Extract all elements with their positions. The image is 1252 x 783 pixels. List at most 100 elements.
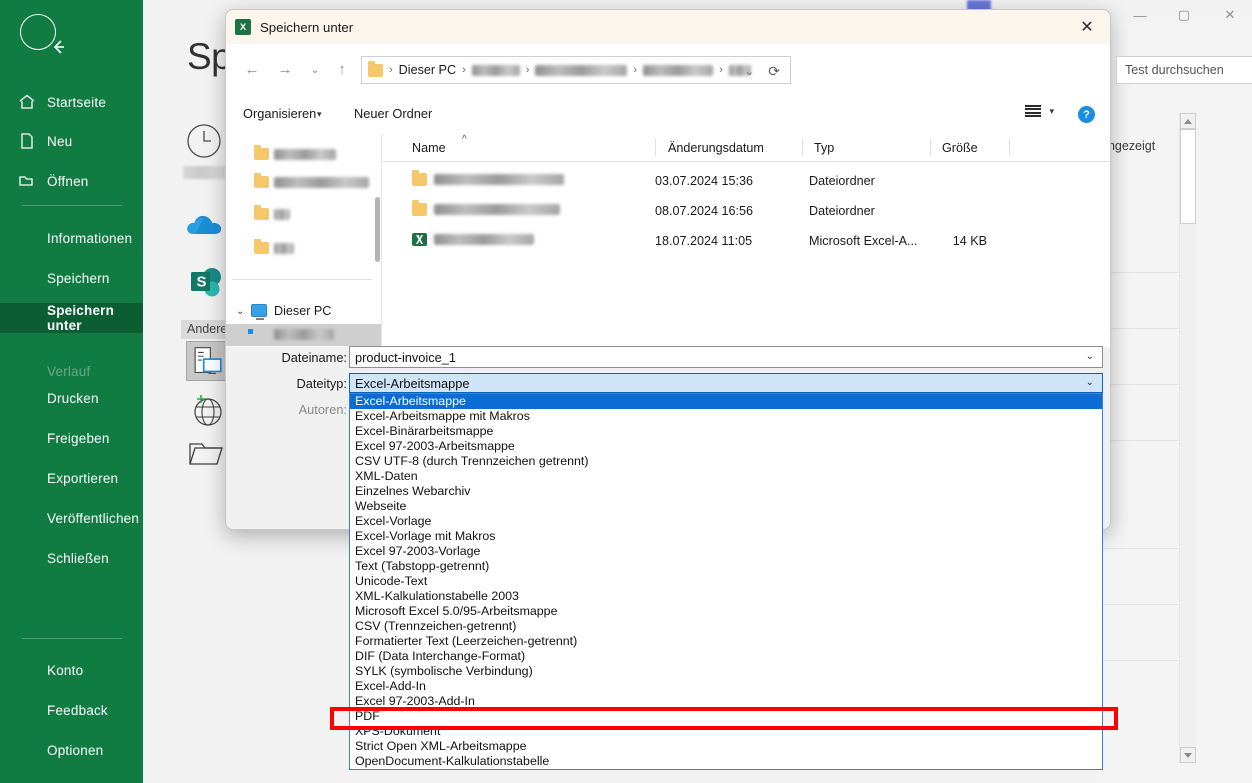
backstage-scrollbar[interactable] (1179, 113, 1196, 763)
filetype-option[interactable]: CSV UTF-8 (durch Trennzeichen getrennt) (350, 454, 1102, 469)
organize-button[interactable]: Organisieren (243, 106, 316, 121)
sidebar-item-drucken[interactable]: Drucken (0, 383, 143, 413)
filetype-option[interactable]: SYLK (symbolische Verbindung) (350, 664, 1102, 679)
add-place-globe-icon[interactable] (186, 388, 228, 430)
chevron-down-icon[interactable]: ⌄ (1086, 351, 1094, 362)
navpane-scrollbar[interactable] (375, 142, 380, 341)
view-options-button[interactable]: ▾ (1025, 105, 1054, 117)
sidebar-item-speichern[interactable]: Speichern (0, 263, 143, 293)
help-icon[interactable]: ? (1078, 106, 1095, 123)
filetype-option[interactable]: Einzelnes Webarchiv (350, 484, 1102, 499)
sidebar-item-speichern-unter[interactable]: Speichern unter (0, 303, 143, 333)
sharepoint-icon[interactable]: S (185, 262, 227, 304)
scroll-up-arrow-icon[interactable] (1180, 113, 1196, 129)
forward-icon[interactable]: → (272, 56, 298, 82)
scrollbar-thumb[interactable] (1180, 129, 1196, 224)
navigation-pane[interactable]: ⌄ Dieser PC (226, 134, 381, 347)
filetype-dropdown-list[interactable]: Excel-Arbeitsmappe Excel-Arbeitsmappe mit… (349, 393, 1103, 770)
filetype-option[interactable]: Webseite (350, 499, 1102, 514)
filetype-option[interactable]: Excel-Vorlage (350, 514, 1102, 529)
sidebar-item-startseite[interactable]: Startseite (0, 87, 143, 117)
window-maximize-button[interactable]: ▢ (1168, 4, 1200, 26)
chevron-down-icon[interactable]: ▾ (1049, 106, 1054, 117)
column-header-type[interactable]: Typ (814, 141, 834, 155)
filetype-option[interactable]: Excel 97-2003-Vorlage (350, 544, 1102, 559)
filetype-option[interactable]: XPS-Dokument (350, 724, 1102, 739)
filetype-combobox[interactable]: Excel-Arbeitsmappe ⌄ (349, 373, 1103, 393)
sidebar-item-informationen[interactable]: Informationen (0, 223, 143, 253)
filetype-option[interactable]: Strict Open XML-Arbeitsmappe (350, 739, 1102, 754)
tree-item-dieser-pc[interactable]: ⌄ Dieser PC (226, 298, 381, 324)
dialog-titlebar[interactable]: X Speichern unter ✕ (226, 10, 1110, 44)
sidebar-item-oeffnen[interactable]: Öffnen (0, 166, 143, 196)
chevron-down-icon[interactable]: ▾ (317, 109, 322, 120)
close-icon[interactable]: ✕ (1064, 10, 1110, 44)
tree-item-folder[interactable] (226, 168, 381, 196)
tree-item-folder[interactable] (226, 140, 381, 168)
sidebar-item-exportieren[interactable]: Exportieren (0, 463, 143, 493)
clock-icon[interactable] (183, 120, 225, 162)
sidebar-item-konto[interactable]: Konto (0, 655, 143, 685)
filetype-option[interactable]: Text (Tabstopp-getrennt) (350, 559, 1102, 574)
tree-item-selected[interactable] (226, 324, 381, 346)
filetype-option[interactable]: Excel-Arbeitsmappe mit Makros (350, 409, 1102, 424)
chevron-down-icon[interactable]: ⌄ (1086, 377, 1094, 388)
filetype-option[interactable]: Excel-Arbeitsmappe (350, 394, 1102, 409)
window-close-button[interactable]: ✕ (1214, 4, 1246, 26)
filetype-option[interactable]: DIF (Data Interchange-Format) (350, 649, 1102, 664)
onedrive-icon[interactable] (185, 203, 227, 245)
tree-item-folder[interactable] (226, 234, 381, 262)
chevron-down-icon[interactable]: ⌄ (745, 65, 754, 78)
column-header-date[interactable]: Änderungsdatum (668, 141, 764, 155)
sidebar-item-optionen[interactable]: Optionen (0, 735, 143, 765)
list-view-icon[interactable] (1025, 105, 1042, 117)
this-pc-place-button[interactable] (186, 341, 229, 381)
back-icon[interactable]: ← (239, 56, 265, 82)
filetype-option[interactable]: Microsoft Excel 5.0/95-Arbeitsmappe (350, 604, 1102, 619)
search-input[interactable]: Test durchsuchen (1116, 56, 1252, 84)
filetype-option[interactable]: Excel 97-2003-Add-In (350, 694, 1102, 709)
filetype-option[interactable]: CSV (Trennzeichen-getrennt) (350, 619, 1102, 634)
filetype-option[interactable]: Formatierter Text (Leerzeichen-getrennt) (350, 634, 1102, 649)
sidebar-item-veroeffentlichen[interactable]: Veröffentlichen (0, 503, 143, 533)
sidebar-divider-top (22, 205, 122, 206)
window-minimize-button[interactable]: — (1124, 4, 1156, 26)
file-list[interactable]: Name ^ Änderungsdatum Typ Größe 03.07.20… (382, 134, 1110, 347)
filetype-option[interactable]: XML-Kalkulationstabelle 2003 (350, 589, 1102, 604)
sidebar-item-schliessen[interactable]: Schließen (0, 543, 143, 573)
tree-item-folder[interactable] (226, 200, 381, 228)
table-row[interactable]: 18.07.2024 11:05 Microsoft Excel-A... 14… (382, 226, 1110, 254)
back-button[interactable] (20, 14, 64, 54)
filetype-option[interactable]: Unicode-Text (350, 574, 1102, 589)
sidebar-item-feedback[interactable]: Feedback (0, 695, 143, 725)
filetype-option[interactable]: Excel-Add-In (350, 679, 1102, 694)
scrollbar-thumb[interactable] (375, 197, 380, 262)
breadcrumb-redacted-3[interactable] (643, 64, 714, 76)
filename-input[interactable]: product-invoice_1 ⌄ (349, 346, 1103, 368)
recent-locations-chevron-icon[interactable]: ⌄ (302, 56, 328, 82)
breadcrumb-redacted-1[interactable] (471, 64, 520, 76)
filetype-option[interactable]: Excel-Binärarbeitsmappe (350, 424, 1102, 439)
sidebar-item-neu[interactable]: Neu (0, 126, 143, 156)
filetype-option[interactable]: PDF (350, 709, 1102, 724)
up-icon[interactable]: ↑ (329, 56, 355, 82)
column-header-name[interactable]: Name (412, 141, 446, 155)
address-bar[interactable]: › Dieser PC › › › › ⌄ ⟳ (361, 56, 791, 84)
folder-icon (254, 239, 269, 254)
filetype-option[interactable]: Excel-Vorlage mit Makros (350, 529, 1102, 544)
table-row[interactable]: 08.07.2024 16:56 Dateiordner (382, 196, 1110, 224)
new-folder-button[interactable]: Neuer Ordner (354, 106, 432, 121)
browse-folder-icon[interactable] (186, 433, 228, 475)
chevron-down-icon[interactable]: ⌄ (236, 306, 244, 317)
filetype-option[interactable]: Excel 97-2003-Arbeitsmappe (350, 439, 1102, 454)
file-type: Dateiordner (809, 174, 875, 188)
sidebar-item-freigeben[interactable]: Freigeben (0, 423, 143, 453)
breadcrumb-root[interactable]: Dieser PC (399, 63, 456, 77)
table-row[interactable]: 03.07.2024 15:36 Dateiordner (382, 166, 1110, 194)
breadcrumb-redacted-2[interactable] (535, 64, 628, 76)
scroll-down-arrow-icon[interactable] (1180, 747, 1196, 763)
refresh-icon[interactable]: ⟳ (768, 63, 780, 80)
filetype-option[interactable]: OpenDocument-Kalkulationstabelle (350, 754, 1102, 769)
column-header-size[interactable]: Größe (942, 141, 978, 155)
filetype-option[interactable]: XML-Daten (350, 469, 1102, 484)
